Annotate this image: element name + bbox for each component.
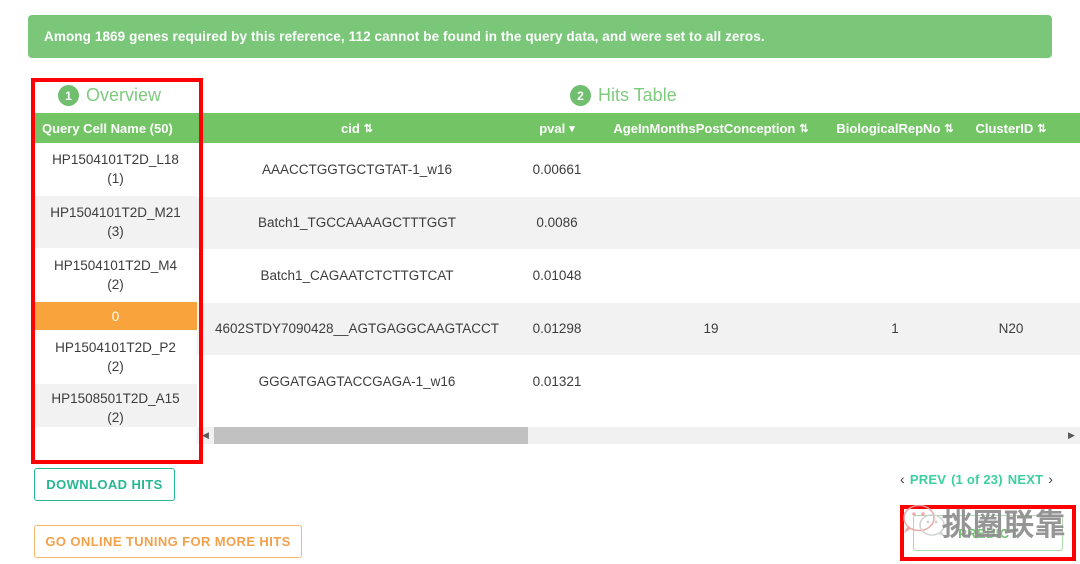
column-header-age-label: AgeInMonthsPostConception — [613, 121, 795, 136]
scrollbar-thumb[interactable] — [214, 427, 528, 444]
cell-cid: Batch1_TGCCAAAAGCTTTGGT — [197, 196, 517, 249]
cell-bio — [825, 249, 965, 302]
column-header-age-in-months-post-conception[interactable]: AgeInMonthsPostConception ⇅ — [597, 113, 825, 143]
next-page-button[interactable]: NEXT — [1008, 472, 1043, 487]
cell-technical — [1057, 143, 1080, 196]
gene-warning-text: Among 1869 genes required by this refere… — [44, 29, 765, 44]
overview-bottom-spacer — [34, 428, 197, 448]
column-header-cluster-id[interactable]: ClusterID ⇅ — [965, 113, 1057, 143]
cell-cid: Batch1_CAGAATCTCTTGTCAT — [197, 249, 517, 302]
section-label-overview: Overview — [86, 85, 161, 106]
cell-pval: 0.0086 — [517, 196, 597, 249]
overview-cell-count: (2) — [107, 408, 124, 427]
hits-table-header-row: cid ⇅ pval ▾ AgeInMonthsPostConception ⇅ Bi… — [197, 113, 1080, 143]
page-indicator: (1 of 23) — [951, 472, 1003, 487]
cell-pval: 0.01048 — [517, 249, 597, 302]
overview-row[interactable]: HP1504101T2D_P2 (2) — [34, 331, 197, 384]
cell-age — [597, 355, 825, 408]
overview-row-selected[interactable]: 0 — [34, 302, 197, 331]
overview-cell-count: (1) — [107, 169, 124, 188]
overview-cell-count: (2) — [107, 275, 124, 294]
section-heading-hits-table: 2 Hits Table — [570, 85, 677, 106]
cell-cid: 4602STDY7090428__AGTGAGGCAAGTACCT — [197, 302, 517, 355]
cell-cid: GGGATGAGTACCGAGA-1_w16 — [197, 355, 517, 408]
cell-bio: 1 — [825, 302, 965, 355]
overview-row[interactable]: HP1504101T2D_L18 (1) — [34, 143, 197, 196]
hits-table: cid ⇅ pval ▾ AgeInMonthsPostConception ⇅ Bi… — [197, 113, 1080, 409]
cell-bio — [825, 355, 965, 408]
scroll-right-arrow-icon[interactable]: ▶ — [1063, 427, 1080, 444]
prev-page-button[interactable]: PREV — [910, 472, 946, 487]
table-row[interactable]: Batch1_TGCCAAAAGCTTTGGT 0.0086 — [197, 196, 1080, 249]
next-chevron-icon[interactable]: › — [1048, 471, 1053, 487]
download-hits-button[interactable]: DOWNLOAD HITS — [34, 468, 175, 501]
cell-age: 19 — [597, 302, 825, 355]
table-row[interactable]: GGGATGAGTACCGAGA-1_w16 0.01321 — [197, 355, 1080, 408]
go-online-tuning-button[interactable]: GO ONLINE TUNING FOR MORE HITS — [34, 525, 302, 558]
predict-button[interactable]: PREDICT — [913, 515, 1063, 551]
cell-age — [597, 249, 825, 302]
cell-pval: 0.01321 — [517, 355, 597, 408]
cell-cid: AAACCTGGTGCTGTAT-1_w16 — [197, 143, 517, 196]
cell-cluster — [965, 355, 1057, 408]
column-header-technical[interactable]: Technica — [1057, 113, 1080, 143]
cell-age — [597, 196, 825, 249]
table-row[interactable]: 4602STDY7090428__AGTGAGGCAAGTACCT 0.0129… — [197, 302, 1080, 355]
overview-cell-count: (2) — [107, 357, 124, 376]
sort-icon-cluster[interactable]: ⇅ — [1037, 124, 1046, 135]
overview-cell-name: HP1504101T2D_M4 — [54, 256, 177, 275]
sort-icon-cid[interactable]: ⇅ — [364, 124, 373, 135]
table-row[interactable]: AAACCTGGTGCTGTAT-1_w16 0.00661 — [197, 143, 1080, 196]
hits-table-scroll-viewport: cid ⇅ pval ▾ AgeInMonthsPostConception ⇅ Bi… — [197, 113, 1080, 409]
table-row[interactable]: Batch1_CAGAATCTCTTGTCAT 0.01048 — [197, 249, 1080, 302]
horizontal-scrollbar[interactable]: ◀ ▶ — [197, 427, 1080, 444]
sort-icon-bio[interactable]: ⇅ — [944, 124, 953, 135]
scroll-left-arrow-icon[interactable]: ◀ — [197, 427, 214, 444]
sort-icon-age[interactable]: ⇅ — [799, 124, 808, 135]
hits-table-header: cid ⇅ pval ▾ AgeInMonthsPostConception ⇅ Bi… — [197, 113, 1080, 143]
overview-column-header[interactable]: Query Cell Name (50) — [34, 113, 197, 143]
cell-technical — [1057, 302, 1080, 355]
cell-cluster: N20 — [965, 302, 1057, 355]
cell-bio — [825, 143, 965, 196]
column-header-cluster-label: ClusterID — [975, 121, 1033, 136]
column-header-pval[interactable]: pval ▾ — [517, 113, 597, 143]
hits-table-body: AAACCTGGTGCTGTAT-1_w16 0.00661 Batch1_TG… — [197, 143, 1080, 408]
overview-cell-name: HP1504101T2D_M21 — [50, 203, 181, 222]
overview-cell-name: HP1508501T2D_A15 — [51, 389, 179, 408]
cell-age — [597, 143, 825, 196]
cell-cluster — [965, 196, 1057, 249]
cell-pval: 0.00661 — [517, 143, 597, 196]
cell-bio — [825, 196, 965, 249]
section-heading-overview: 1 Overview — [58, 85, 161, 106]
prev-chevron-icon[interactable]: ‹ — [900, 471, 905, 487]
step-number-badge-1: 1 — [58, 85, 79, 106]
scrollbar-track[interactable] — [214, 427, 1063, 444]
overview-cell-name: HP1504101T2D_L18 — [52, 150, 179, 169]
column-header-cid[interactable]: cid ⇅ — [197, 113, 517, 143]
column-header-cid-label: cid — [341, 121, 360, 136]
cell-technical — [1057, 196, 1080, 249]
step-number-badge-2: 2 — [570, 85, 591, 106]
gene-warning-banner: Among 1869 genes required by this refere… — [28, 15, 1052, 58]
cell-technical — [1057, 355, 1080, 408]
column-header-bio-label: BiologicalRepNo — [836, 121, 940, 136]
overview-cell-count: (3) — [107, 222, 124, 241]
column-header-biological-rep-no[interactable]: BiologicalRepNo ⇅ — [825, 113, 965, 143]
column-header-pval-label: pval — [539, 121, 565, 136]
overview-row[interactable]: HP1504101T2D_M4 (2) — [34, 249, 197, 302]
overview-query-cell-column: Query Cell Name (50) HP1504101T2D_L18 (1… — [34, 113, 197, 448]
cell-cluster — [965, 143, 1057, 196]
overview-row[interactable]: HP1504101T2D_M21 (3) — [34, 196, 197, 249]
overview-row[interactable]: HP1508501T2D_A15 (2) — [34, 384, 197, 428]
cell-technical — [1057, 249, 1080, 302]
overview-cell-name: 0 — [112, 307, 120, 326]
overview-cell-name: HP1504101T2D_P2 — [55, 338, 176, 357]
pagination: ‹ PREV (1 of 23) NEXT › — [900, 471, 1053, 487]
cell-pval: 0.01298 — [517, 302, 597, 355]
cell-cluster — [965, 249, 1057, 302]
section-label-hits-table: Hits Table — [598, 85, 677, 106]
sort-icon-pval[interactable]: ▾ — [569, 124, 575, 135]
